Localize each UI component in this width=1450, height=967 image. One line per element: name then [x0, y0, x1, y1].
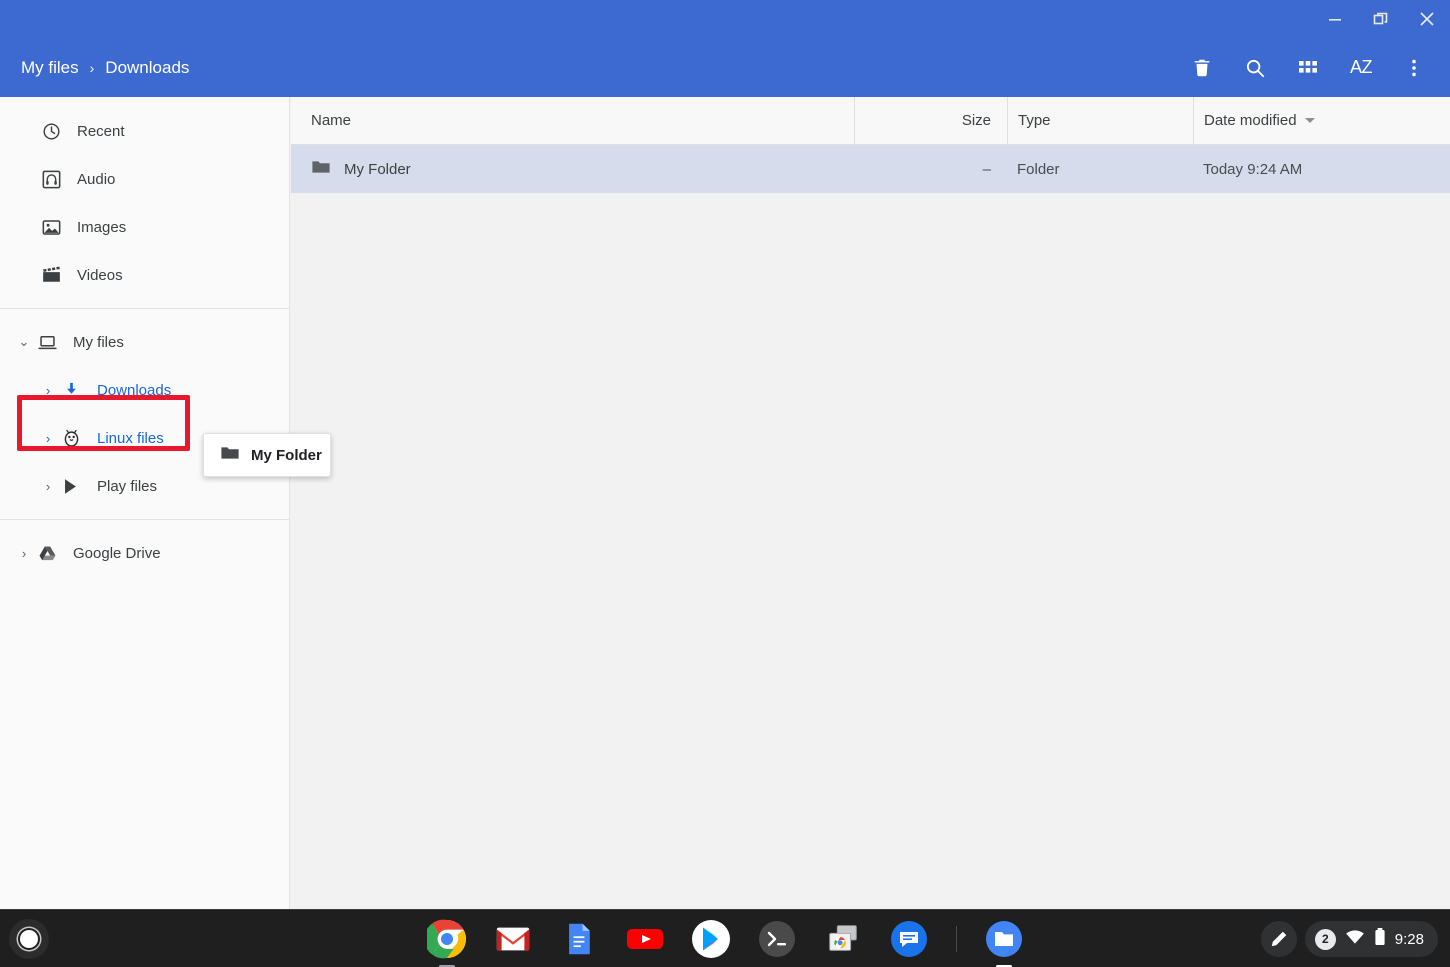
sort-descending-icon: [1304, 118, 1315, 123]
folder-icon: [311, 157, 331, 181]
search-icon[interactable]: [1233, 46, 1277, 90]
play-icon: [60, 475, 82, 497]
shelf-item-terminal[interactable]: [756, 918, 798, 960]
column-header-size[interactable]: Size: [854, 96, 1007, 145]
breadcrumb: My files › Downloads: [0, 58, 189, 78]
sidebar-divider: [0, 308, 289, 309]
sidebar-item-videos[interactable]: Videos: [0, 251, 289, 299]
column-header-type[interactable]: Type: [1007, 96, 1193, 145]
file-name-cell: My Folder: [291, 145, 854, 193]
sidebar-item-google-drive[interactable]: › Google Drive: [0, 529, 289, 577]
sidebar-item-label: Linux files: [97, 429, 164, 447]
header-actions: AZ: [1180, 46, 1450, 90]
close-button[interactable]: [1404, 0, 1450, 38]
sidebar-item-images[interactable]: Images: [0, 203, 289, 251]
drag-ghost-card: My Folder: [203, 433, 331, 477]
shelf-item-docs[interactable]: [558, 918, 600, 960]
chevron-right-icon[interactable]: ›: [36, 383, 60, 398]
column-header-label: Type: [1018, 112, 1051, 129]
shelf: 2 9:28: [0, 909, 1450, 967]
drive-icon: [36, 542, 58, 564]
column-header-label: Name: [311, 112, 352, 129]
drag-ghost-label: My Folder: [251, 446, 322, 464]
sidebar-item-label: Audio: [77, 170, 116, 188]
clock-icon: [40, 120, 62, 142]
sidebar-item-audio[interactable]: Audio: [0, 155, 289, 203]
my-files-icon: [36, 331, 58, 353]
sidebar-item-label: Images: [77, 218, 127, 236]
minimize-button[interactable]: [1312, 0, 1358, 38]
sidebar-item-my-files[interactable]: ⌄ My files: [0, 318, 289, 366]
sidebar-item-label: Google Drive: [73, 544, 161, 562]
notification-count-badge: 2: [1314, 928, 1336, 950]
sidebar: Recent Audio Images Videos ⌄ My files › …: [0, 97, 290, 909]
clock-label: 9:28: [1394, 930, 1424, 948]
table-row[interactable]: My Folder – Folder Today 9:24 AM: [291, 145, 1450, 193]
wifi-icon: [1345, 928, 1365, 950]
sort-az-icon[interactable]: AZ: [1339, 46, 1383, 90]
more-menu-icon[interactable]: [1392, 46, 1436, 90]
shelf-app-list: [0, 910, 1450, 967]
chevron-right-icon[interactable]: ›: [12, 546, 36, 561]
breadcrumb-current[interactable]: Downloads: [105, 58, 189, 78]
restore-button[interactable]: [1358, 0, 1404, 38]
battery-icon: [1374, 927, 1386, 952]
shelf-item-youtube[interactable]: [624, 918, 666, 960]
sidebar-item-label: Play files: [97, 477, 158, 495]
sidebar-item-label: Downloads: [97, 381, 172, 399]
window-titlebar: [0, 0, 1450, 38]
file-list-header: Name Size Type Date modified: [291, 96, 1450, 145]
file-list-panel: Name Size Type Date modified My Folder –…: [291, 96, 1450, 909]
file-name-label: My Folder: [344, 160, 411, 178]
shelf-item-gmail[interactable]: [492, 918, 534, 960]
sidebar-item-label: My files: [73, 333, 124, 351]
shelf-item-chrome[interactable]: [426, 918, 468, 960]
column-header-label: Size: [961, 112, 991, 129]
shelf-item-files[interactable]: [983, 918, 1025, 960]
shelf-item-screen-capture[interactable]: [822, 918, 864, 960]
chevron-down-icon[interactable]: ⌄: [12, 334, 36, 350]
sidebar-item-label: Recent: [77, 122, 125, 140]
column-header-name[interactable]: Name: [291, 97, 854, 145]
chromeos-desktop: My files › Downloads AZ Recent Audio Ima…: [0, 0, 1450, 967]
shelf-item-play-store[interactable]: [690, 918, 732, 960]
file-date-cell: Today 9:24 AM: [1203, 160, 1303, 178]
file-type-cell: Folder: [1017, 160, 1060, 178]
sidebar-item-recent[interactable]: Recent: [0, 107, 289, 155]
sidebar-item-label: Videos: [77, 266, 123, 284]
sort-az-label: AZ: [1349, 57, 1373, 77]
image-icon: [40, 216, 62, 238]
app-header: My files › Downloads AZ: [0, 38, 1450, 97]
file-size-cell: –: [982, 160, 991, 178]
chevron-right-icon[interactable]: ›: [36, 431, 60, 446]
column-header-label: Date modified: [1204, 112, 1297, 129]
sidebar-divider: [0, 519, 289, 520]
breadcrumb-separator-icon: ›: [89, 59, 95, 76]
status-area-button[interactable]: 2 9:28: [1304, 921, 1438, 957]
system-tray: 2 9:28: [1260, 921, 1438, 957]
linux-icon: [60, 427, 82, 449]
stylus-button[interactable]: [1260, 921, 1297, 957]
audio-icon: [40, 168, 62, 190]
chevron-right-icon[interactable]: ›: [36, 479, 60, 494]
sidebar-item-downloads[interactable]: › Downloads: [0, 366, 289, 414]
folder-icon: [220, 443, 240, 468]
delete-button[interactable]: [1180, 46, 1224, 90]
downloads-icon: [60, 379, 82, 401]
shelf-separator: [955, 926, 957, 952]
breadcrumb-root[interactable]: My files: [21, 58, 79, 78]
video-icon: [40, 264, 62, 286]
column-header-date-modified[interactable]: Date modified: [1193, 96, 1450, 145]
view-grid-icon[interactable]: [1286, 46, 1330, 90]
shelf-item-messages[interactable]: [888, 918, 930, 960]
